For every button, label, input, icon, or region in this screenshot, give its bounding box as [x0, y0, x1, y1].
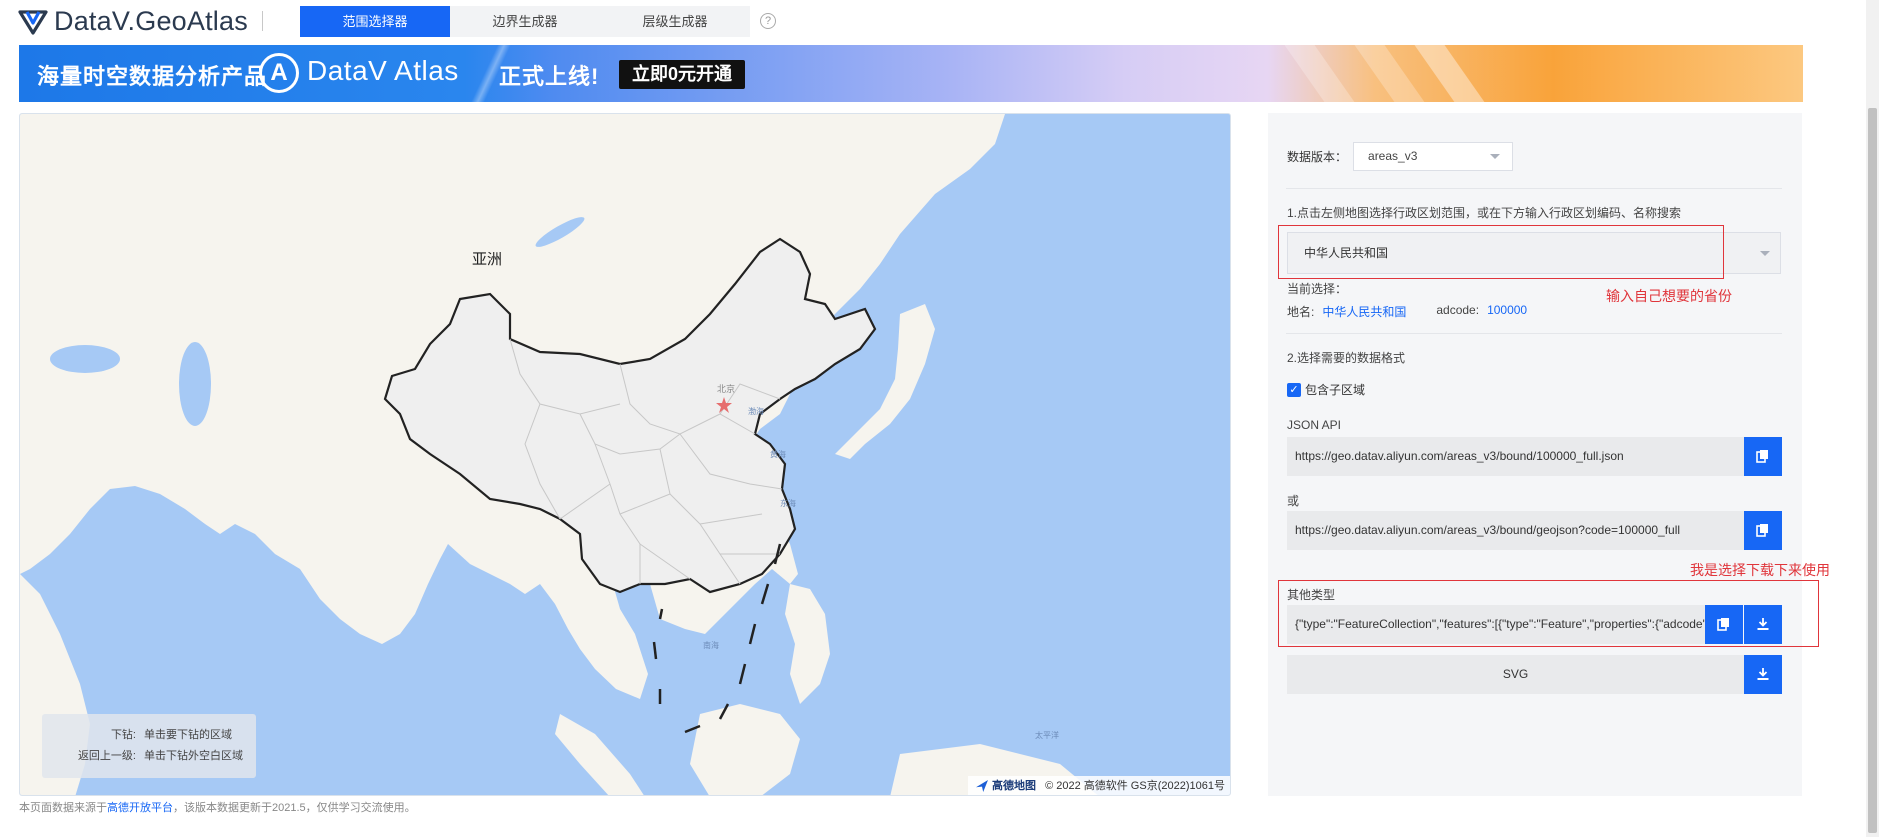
atlas-logo-icon: A [259, 53, 299, 93]
map-credit: 高德地图 © 2022 高德软件 GS京(2022)1061号 [968, 776, 1230, 795]
copy-json-button[interactable] [1744, 437, 1782, 476]
version-label: 数据版本： [1287, 150, 1348, 164]
legend-row: 下钻: 单击要下钻的区域 [54, 725, 244, 746]
caspian-sea [179, 342, 211, 426]
help-icon[interactable]: ? [760, 13, 776, 29]
map-view[interactable]: 亚洲 北京 渤海 黄海 东海 南海 太平洋 下钻: 单击要下钻的区域 返回上一级… [19, 113, 1231, 796]
map-label-yellow-sea: 黄海 [770, 449, 786, 459]
version-value: areas_v3 [1368, 149, 1418, 163]
footer-prefix: 本页面数据来源于 [19, 802, 107, 814]
copy-icon [1756, 524, 1768, 537]
legend-value: 单击下钻外空白区域 [144, 750, 243, 762]
divider [1286, 188, 1782, 189]
land-borneo [690, 704, 800, 795]
download-svg-button[interactable] [1744, 655, 1782, 694]
land-philippines [785, 584, 830, 704]
map-label-asia: 亚洲 [472, 251, 502, 268]
black-sea [50, 345, 120, 373]
annotation-province-note: 输入自己想要的省份 [1606, 288, 1732, 304]
banner-decoration [1277, 45, 1371, 102]
legend-value: 单击要下钻的区域 [144, 729, 232, 741]
page-scrollbar[interactable] [1866, 0, 1879, 837]
include-sub-label: 包含子区域 [1305, 383, 1366, 397]
tab-level-generator[interactable]: 层级生成器 [600, 6, 750, 37]
annotation-box-region [1278, 225, 1724, 279]
adcode-value: 100000 [1487, 303, 1528, 317]
download-icon [1757, 668, 1769, 680]
map-label-south-sea: 南海 [703, 640, 719, 650]
copy-geojson-button[interactable] [1744, 511, 1782, 550]
checkbox-checked-icon[interactable]: ✓ [1287, 382, 1301, 397]
current-selection-label: 当前选择： [1287, 282, 1348, 296]
footer-suffix: ，该版本数据更新于2021.5，仅供学习交流使用。 [173, 802, 416, 814]
tab-boundary-generator[interactable]: 边界生成器 [450, 6, 600, 37]
map-label-bohai: 渤海 [748, 406, 764, 416]
map-label-east-sea: 东海 [780, 498, 796, 508]
amap-logo-icon [976, 780, 988, 792]
banner-cta-button[interactable]: 立即0元开通 [619, 60, 746, 89]
legend-key: 下钻: [110, 729, 136, 741]
geojson-url[interactable]: https://geo.datav.aliyun.com/areas_v3/bo… [1287, 511, 1744, 550]
generator-tabs: 范围选择器 边界生成器 层级生成器 [300, 6, 750, 37]
map-canvas[interactable]: 亚洲 北京 渤海 黄海 东海 南海 太平洋 [20, 114, 1231, 796]
annotation-download-note: 我是选择下载下来使用 [1690, 562, 1830, 578]
chevron-down-icon [1490, 154, 1501, 159]
svg-label-box: SVG [1287, 655, 1744, 694]
version-select[interactable]: areas_v3 [1353, 142, 1514, 171]
json-api-label: JSON API [1287, 418, 1342, 432]
chevron-down-icon [1760, 251, 1770, 256]
credit-text: © 2022 高德软件 GS京(2022)1061号 [1045, 780, 1225, 792]
banner-online-text: 正式上线! [499, 64, 600, 89]
logo-text: DataV.GeoAtlas [54, 6, 248, 36]
place-label: 地名: [1287, 305, 1315, 319]
promo-banner[interactable]: 海量时空数据分析产品 A DataV Atlas 正式上线! 立即0元开通 [19, 45, 1803, 102]
place-value: 中华人民共和国 [1322, 305, 1407, 319]
footer-link[interactable]: 高德开放平台 [107, 802, 173, 814]
control-panel: 数据版本： areas_v3 1.点击左侧地图选择行政区划范围，或在下方输入行政… [1268, 113, 1802, 796]
include-sub-checkbox-row[interactable]: ✓ 包含子区域 [1287, 381, 1365, 398]
annotation-box-download [1278, 580, 1819, 647]
adcode-label: adcode: [1436, 303, 1480, 317]
or-label: 或 [1287, 494, 1300, 508]
copy-icon [1756, 450, 1768, 463]
map-label-beijing: 北京 [717, 383, 735, 394]
land-sumatra [555, 714, 644, 795]
legend-row: 返回上一级: 单击下钻外空白区域 [54, 746, 244, 767]
site-logo[interactable]: DataV.GeoAtlas [18, 6, 248, 37]
credit-brand[interactable]: 高德地图 [992, 780, 1036, 792]
json-api-url[interactable]: https://geo.datav.aliyun.com/areas_v3/bo… [1287, 437, 1744, 476]
current-selection-row: 地名: 中华人民共和国 adcode: 100000 [1287, 303, 1527, 320]
version-row: 数据版本： areas_v3 [1287, 142, 1514, 171]
divider [1286, 333, 1782, 334]
step1-text: 1.点击左侧地图选择行政区划范围，或在下方输入行政区划编码、名称搜索 [1287, 206, 1682, 220]
map-label-pacific: 太平洋 [1035, 730, 1059, 740]
datav-logo-icon [18, 9, 48, 35]
banner-brand: DataV Atlas [307, 55, 459, 86]
legend-key: 返回上一级: [77, 750, 136, 762]
step2-text: 2.选择需要的数据格式 [1287, 351, 1406, 365]
banner-decoration [1407, 45, 1501, 102]
logo-divider [262, 11, 263, 31]
page-footer: 本页面数据来源于高德开放平台，该版本数据更新于2021.5，仅供学习交流使用。 [19, 799, 416, 815]
top-header: DataV.GeoAtlas 范围选择器 边界生成器 层级生成器 ? [0, 0, 1879, 42]
map-legend: 下钻: 单击要下钻的区域 返回上一级: 单击下钻外空白区域 [42, 714, 256, 778]
banner-slogan: 海量时空数据分析产品 [37, 64, 268, 89]
scrollbar-thumb[interactable] [1868, 108, 1877, 833]
tab-range-selector[interactable]: 范围选择器 [300, 6, 450, 37]
